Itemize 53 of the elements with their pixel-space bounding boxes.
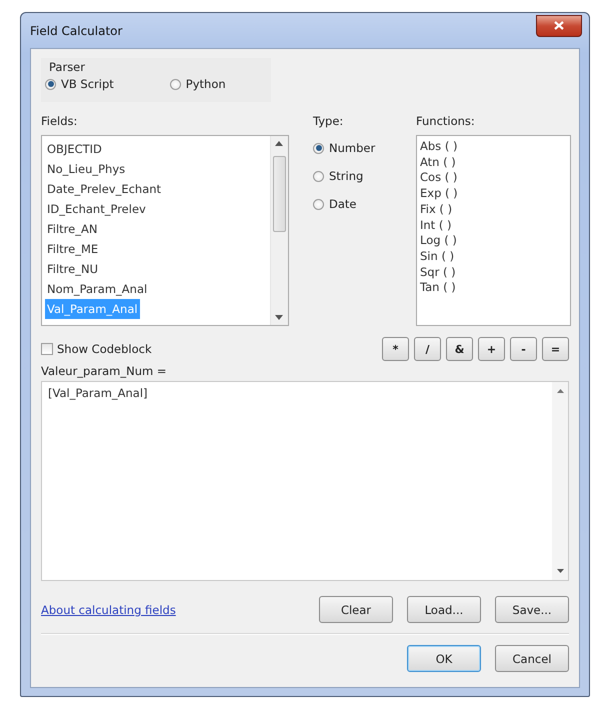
list-item[interactable]: Filtre_NU: [45, 259, 100, 279]
arrow-up-icon[interactable]: [556, 389, 564, 393]
list-item[interactable]: Filtre_ME: [45, 239, 100, 259]
arrow-down-icon[interactable]: [275, 315, 283, 320]
list-item[interactable]: OBJECTID: [45, 139, 104, 159]
fields-list[interactable]: OBJECTID No_Lieu_Phys Date_Prelev_Echant ID_Echant_Prelev Filtre_AN Filtre_ME Filtre_NU Nom_Param_Anal Val_Param_Anal: [41, 135, 289, 326]
help-link[interactable]: About calculating fields: [41, 602, 176, 616]
file-button[interactable]: Save...: [495, 596, 569, 623]
file-button[interactable]: Clear: [319, 596, 393, 623]
operator-button[interactable]: &: [446, 337, 473, 361]
operator-button[interactable]: +: [478, 337, 505, 361]
list-item[interactable]: Tan ( ): [420, 280, 456, 296]
dialog-button[interactable]: Cancel: [495, 645, 569, 672]
operator-button[interactable]: -: [510, 337, 537, 361]
operator-button[interactable]: =: [542, 337, 569, 361]
type-option[interactable]: Number: [313, 141, 416, 155]
list-item[interactable]: Int ( ): [420, 218, 452, 234]
type-label: Type:: [313, 114, 344, 128]
group-label: Parser: [48, 60, 85, 74]
arrow-up-icon[interactable]: [275, 141, 283, 146]
list-item[interactable]: Cos ( ): [420, 170, 458, 186]
list-item[interactable]: No_Lieu_Phys: [45, 159, 128, 179]
list-item[interactable]: Atn ( ): [420, 154, 456, 170]
list-item[interactable]: Exp ( ): [420, 186, 458, 202]
scrollbar[interactable]: [270, 136, 288, 325]
close-button[interactable]: [536, 14, 582, 36]
functions-list[interactable]: Abs ( ) Atn ( ) Cos ( ) Exp ( ) Fix ( ) Int ( ) Log ( ) Sin ( ) Sqr ( ) Tan ( ): [416, 135, 571, 326]
list-item[interactable]: Nom_Param_Anal: [45, 279, 150, 299]
operator-button[interactable]: /: [414, 337, 441, 361]
list-item[interactable]: Sqr ( ): [420, 264, 456, 280]
list-item[interactable]: Abs ( ): [420, 139, 458, 155]
list-item[interactable]: Date_Prelev_Echant: [45, 179, 164, 199]
type-option[interactable]: String: [313, 169, 416, 183]
fields-label: Fields:: [41, 114, 78, 128]
functions-label: Functions:: [416, 114, 476, 128]
list-item[interactable]: Filtre_AN: [45, 219, 100, 239]
expression-field[interactable]: [Val_Param_Anal]: [41, 381, 569, 581]
parser-option[interactable]: Python: [170, 77, 226, 91]
list-item[interactable]: ID_Echant_Prelev: [45, 199, 148, 219]
list-item[interactable]: Log ( ): [420, 233, 457, 249]
type-option[interactable]: Date: [313, 197, 416, 211]
show-codeblock-checkbox[interactable]: Show Codeblock: [41, 342, 152, 356]
dialog-button[interactable]: OK: [407, 645, 481, 672]
expression-label: Valeur_param_Num =: [41, 364, 168, 378]
arrow-down-icon[interactable]: [556, 569, 564, 573]
operator-button[interactable]: *: [382, 337, 409, 361]
scrollbar[interactable]: [552, 382, 568, 580]
window-title: Field Calculator: [30, 24, 122, 38]
list-item[interactable]: Sin ( ): [420, 248, 454, 265]
close-icon: [554, 21, 564, 30]
file-button[interactable]: Load...: [407, 596, 481, 623]
parser-option[interactable]: VB Script: [45, 77, 114, 91]
list-item[interactable]: Fix ( ): [420, 202, 452, 218]
